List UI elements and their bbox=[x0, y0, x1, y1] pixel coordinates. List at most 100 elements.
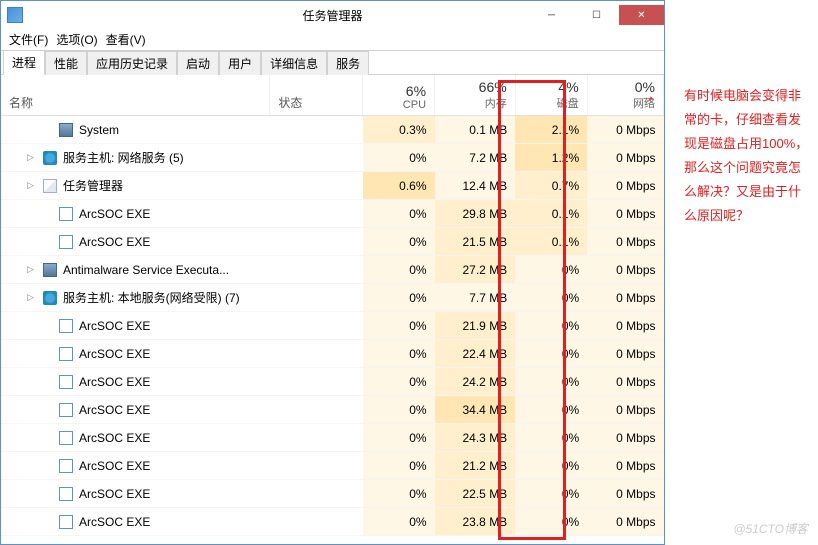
cell-status bbox=[270, 424, 363, 452]
expand-icon[interactable]: ▷ bbox=[27, 152, 37, 163]
process-scroll[interactable]: 名称 状态 6%CPU 66%内存 4%磁盘 0%网络 System0.3%0.… bbox=[1, 75, 664, 544]
menu-view[interactable]: 查看(V) bbox=[102, 29, 150, 50]
titlebar[interactable]: 任务管理器 ─ ☐ ✕ bbox=[1, 1, 664, 29]
cell-cpu: 0% bbox=[363, 200, 435, 228]
cell-memory: 24.3 MB bbox=[435, 424, 516, 452]
tab-services[interactable]: 服务 bbox=[327, 51, 369, 75]
table-row[interactable]: ArcSOC EXE0%21.5 MB0.1%0 Mbps bbox=[1, 228, 664, 256]
cell-status bbox=[270, 256, 363, 284]
cell-name: ArcSOC EXE bbox=[1, 396, 270, 424]
tab-details[interactable]: 详细信息 bbox=[261, 51, 327, 75]
cell-disk: 0% bbox=[515, 284, 587, 312]
cell-name: ArcSOC EXE bbox=[1, 340, 270, 368]
table-row[interactable]: ▷服务主机: 网络服务 (5)0%7.2 MB1.2%0 Mbps bbox=[1, 144, 664, 172]
cell-memory: 29.8 MB bbox=[435, 200, 516, 228]
col-name[interactable]: 名称 bbox=[1, 75, 270, 116]
cell-name: ▷服务主机: 网络服务 (5) bbox=[1, 144, 270, 172]
cell-cpu: 0% bbox=[363, 396, 435, 424]
tab-startup[interactable]: 启动 bbox=[177, 51, 219, 75]
arrow-icon: → bbox=[640, 88, 656, 106]
table-row[interactable]: ▷任务管理器0.6%12.4 MB0.7%0 Mbps bbox=[1, 172, 664, 200]
cell-disk: 0% bbox=[515, 256, 587, 284]
cell-name: ▷Antimalware Service Executa... bbox=[1, 256, 270, 284]
cell-network: 0 Mbps bbox=[587, 172, 663, 200]
col-disk[interactable]: 4%磁盘 bbox=[515, 75, 587, 116]
cell-name: ArcSOC EXE bbox=[1, 368, 270, 396]
table-row[interactable]: ArcSOC EXE0%21.9 MB0%0 Mbps bbox=[1, 312, 664, 340]
col-memory[interactable]: 66%内存 bbox=[435, 75, 516, 116]
cell-network: 0 Mbps bbox=[587, 480, 663, 508]
table-row[interactable]: ArcSOC EXE0%23.8 MB0%0 Mbps bbox=[1, 508, 664, 536]
process-icon bbox=[59, 235, 73, 249]
table-row[interactable]: ArcSOC EXE0%21.2 MB0%0 Mbps bbox=[1, 452, 664, 480]
cell-cpu: 0% bbox=[363, 480, 435, 508]
cell-memory: 22.5 MB bbox=[435, 480, 516, 508]
cell-status bbox=[270, 508, 363, 536]
cell-status bbox=[270, 200, 363, 228]
table-row[interactable]: ▷Antimalware Service Executa...0%27.2 MB… bbox=[1, 256, 664, 284]
cell-disk: 0% bbox=[515, 340, 587, 368]
process-name: 服务主机: 本地服务(网络受限) (7) bbox=[63, 289, 240, 306]
process-name: ArcSOC EXE bbox=[79, 403, 150, 417]
cell-memory: 22.4 MB bbox=[435, 340, 516, 368]
expand-icon[interactable]: ▷ bbox=[27, 180, 37, 191]
minimize-button[interactable]: ─ bbox=[529, 5, 574, 25]
tab-processes[interactable]: 进程 bbox=[3, 50, 45, 75]
cell-network: 0 Mbps bbox=[587, 116, 663, 144]
cell-cpu: 0.3% bbox=[363, 116, 435, 144]
col-cpu[interactable]: 6%CPU bbox=[363, 75, 435, 116]
table-row[interactable]: ArcSOC EXE0%24.3 MB0%0 Mbps bbox=[1, 424, 664, 452]
tab-app-history[interactable]: 应用历史记录 bbox=[87, 51, 177, 75]
table-row[interactable]: ArcSOC EXE0%22.4 MB0%0 Mbps bbox=[1, 340, 664, 368]
process-name: ArcSOC EXE bbox=[79, 207, 150, 221]
table-row[interactable]: ArcSOC EXE0%34.4 MB0%0 Mbps bbox=[1, 396, 664, 424]
cell-cpu: 0% bbox=[363, 424, 435, 452]
cell-name: ArcSOC EXE bbox=[1, 452, 270, 480]
table-row[interactable]: ArcSOC EXE0%29.8 MB0.1%0 Mbps bbox=[1, 200, 664, 228]
close-button[interactable]: ✕ bbox=[619, 5, 664, 25]
col-status[interactable]: 状态 bbox=[270, 75, 363, 116]
cell-cpu: 0% bbox=[363, 452, 435, 480]
tab-performance[interactable]: 性能 bbox=[45, 51, 87, 75]
cell-cpu: 0.6% bbox=[363, 172, 435, 200]
cell-memory: 7.2 MB bbox=[435, 144, 516, 172]
process-icon bbox=[59, 207, 73, 221]
cell-disk: 0% bbox=[515, 452, 587, 480]
cell-status bbox=[270, 340, 363, 368]
cell-memory: 24.2 MB bbox=[435, 368, 516, 396]
cell-disk: 0.1% bbox=[515, 228, 587, 256]
cell-cpu: 0% bbox=[363, 508, 435, 536]
cell-network: 0 Mbps bbox=[587, 144, 663, 172]
table-row[interactable]: ArcSOC EXE0%24.2 MB0%0 Mbps bbox=[1, 368, 664, 396]
cell-network: 0 Mbps bbox=[587, 200, 663, 228]
cell-name: ▷ 服务主机: 本地服务(网络受限) (7) bbox=[1, 284, 270, 312]
cell-status bbox=[270, 116, 363, 144]
maximize-button[interactable]: ☐ bbox=[574, 5, 619, 25]
cell-name: ArcSOC EXE bbox=[1, 200, 270, 228]
process-icon bbox=[59, 403, 73, 417]
menu-options[interactable]: 选项(O) bbox=[52, 29, 101, 50]
process-icon bbox=[59, 459, 73, 473]
cell-disk: 1.2% bbox=[515, 144, 587, 172]
process-icon bbox=[59, 431, 73, 445]
window-title: 任务管理器 bbox=[302, 7, 362, 24]
process-table: 名称 状态 6%CPU 66%内存 4%磁盘 0%网络 System0.3%0.… bbox=[1, 75, 664, 536]
table-row[interactable]: ArcSOC EXE0%22.5 MB0%0 Mbps bbox=[1, 480, 664, 508]
cell-name: ArcSOC EXE bbox=[1, 424, 270, 452]
tab-users[interactable]: 用户 bbox=[219, 51, 261, 75]
menu-file[interactable]: 文件(F) bbox=[5, 29, 52, 50]
table-row[interactable]: ▷服务主机: 本地服务(网络受限) (7)0%7.7 MB0%0 Mbps bbox=[1, 284, 664, 312]
expand-icon[interactable]: ▷ bbox=[27, 292, 37, 303]
process-icon bbox=[59, 515, 73, 529]
cell-cpu: 0% bbox=[363, 340, 435, 368]
table-row[interactable]: System0.3%0.1 MB2.1%0 Mbps bbox=[1, 116, 664, 144]
cell-disk: 0% bbox=[515, 424, 587, 452]
cell-status bbox=[270, 228, 363, 256]
cell-name: ArcSOC EXE bbox=[1, 312, 270, 340]
cell-status bbox=[270, 144, 363, 172]
cell-name: ArcSOC EXE bbox=[1, 480, 270, 508]
cell-status bbox=[270, 480, 363, 508]
expand-icon[interactable]: ▷ bbox=[27, 264, 37, 275]
cell-memory: 34.4 MB bbox=[435, 396, 516, 424]
cell-memory: 21.5 MB bbox=[435, 228, 516, 256]
